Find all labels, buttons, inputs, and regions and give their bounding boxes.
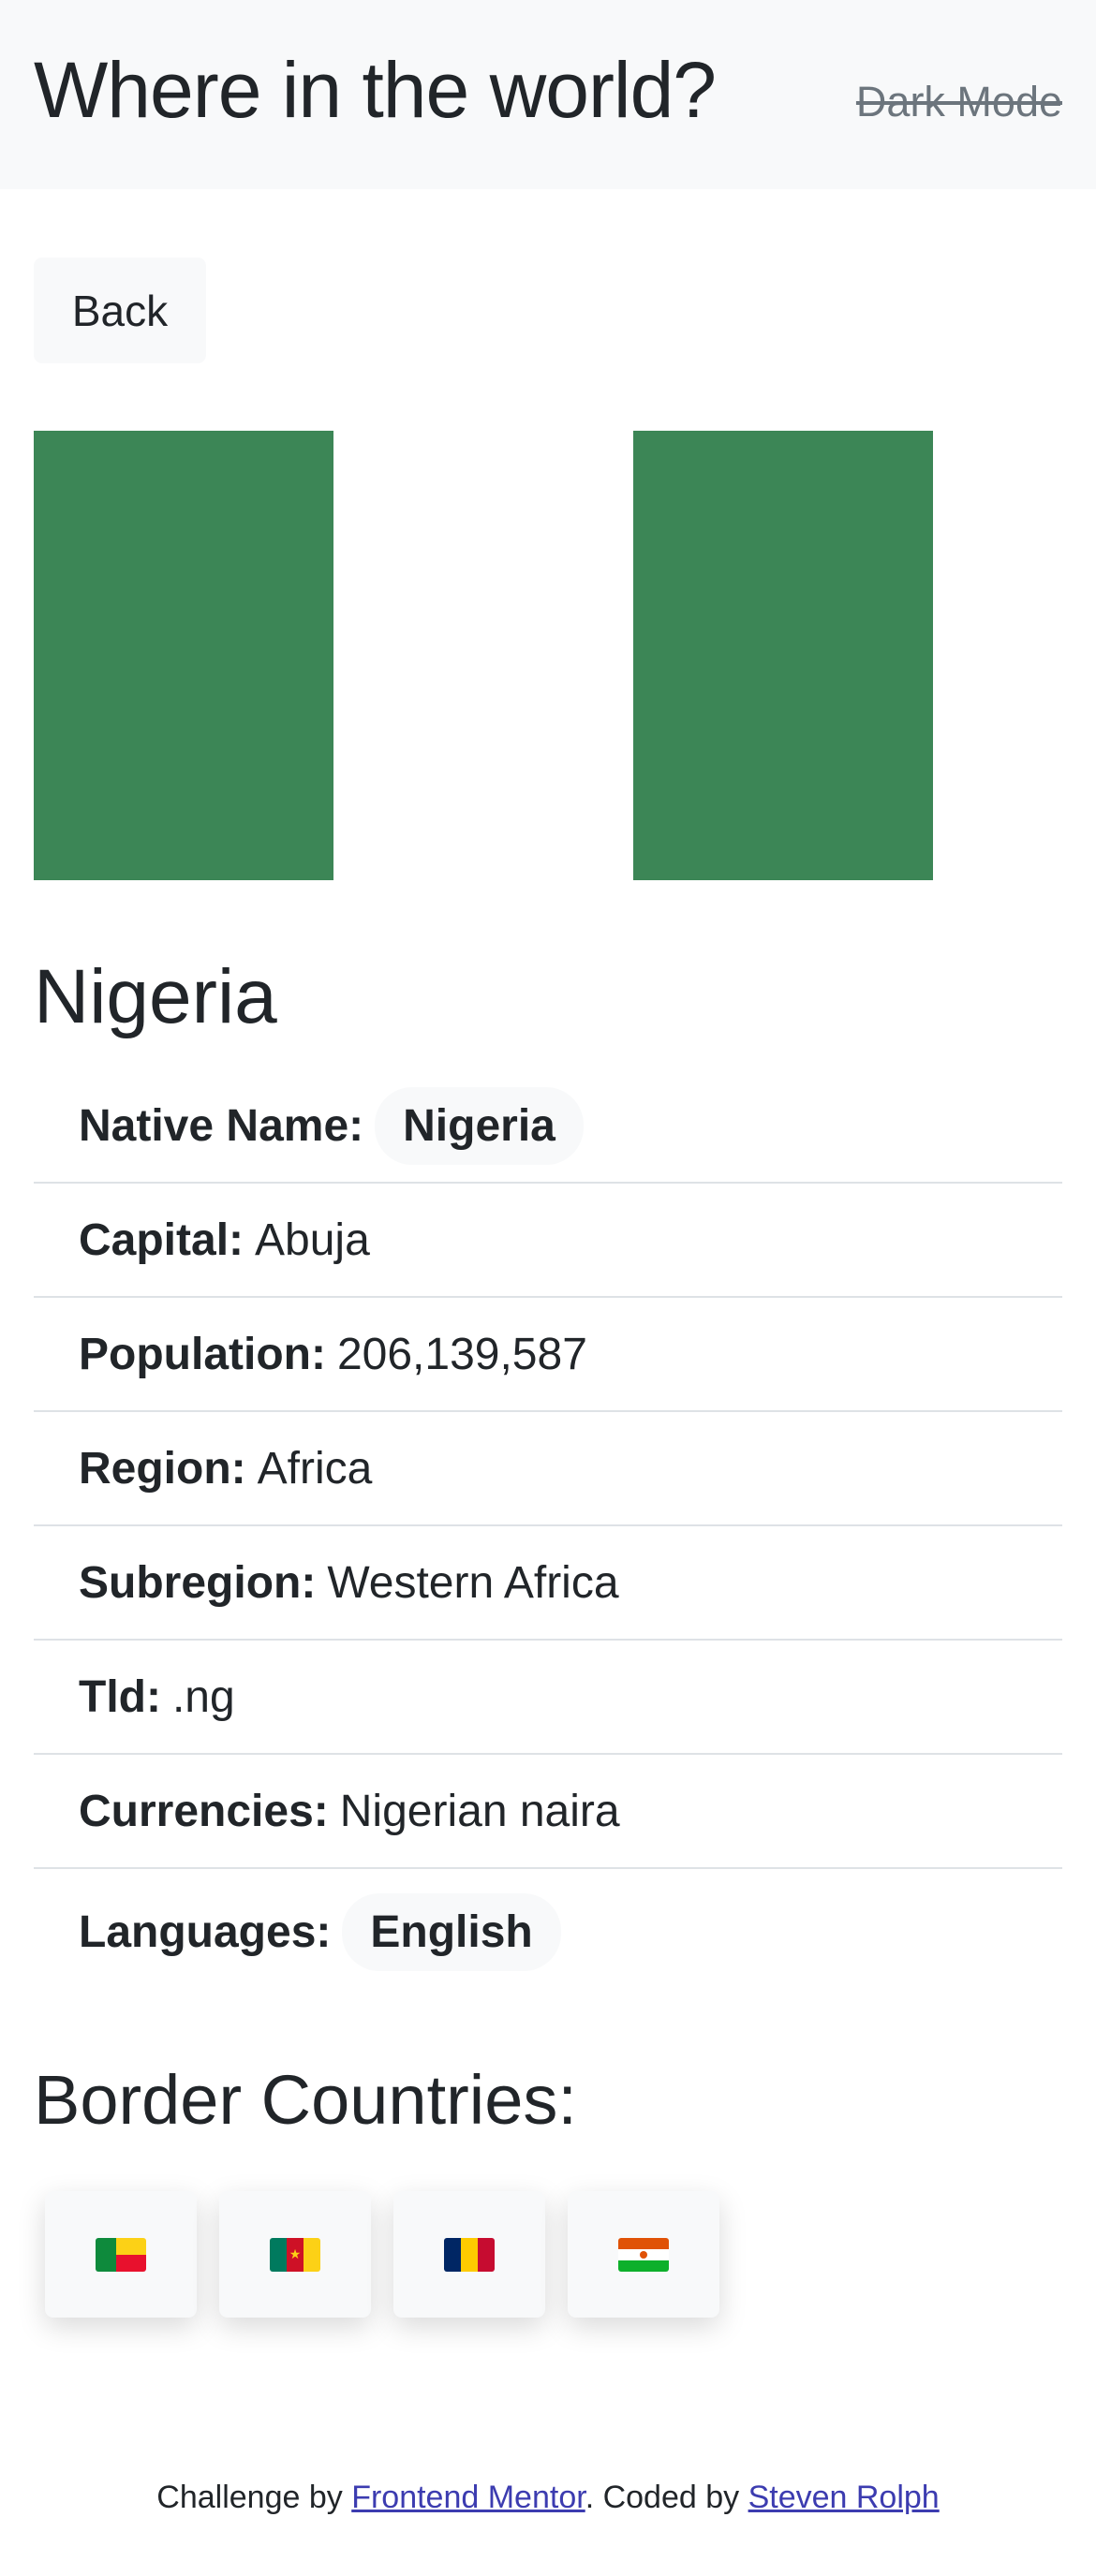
detail-label: Region: [79,1443,246,1494]
detail-value: Africa [257,1443,373,1494]
app-header: Where in the world? Dark Mode [0,0,1096,189]
cameroon-flag-icon: ★ [270,2237,320,2272]
border-country-button-cameroon[interactable]: ★ [219,2191,371,2318]
detail-value: Nigerian naira [339,1786,620,1836]
border-country-button-chad[interactable] [393,2191,545,2318]
border-country-button-benin[interactable] [45,2191,197,2318]
detail-label: Capital: [79,1214,244,1265]
native-name-badge: Nigeria [375,1086,584,1165]
back-button[interactable]: Back [34,258,206,363]
chad-flag-icon [444,2237,495,2272]
detail-label: Languages: [79,1906,332,1957]
language-badge: English [342,1892,561,1971]
country-details-list: Native Name: Nigeria Capital: Abuja Popu… [34,1069,1062,1995]
border-countries-title: Border Countries: [34,2061,577,2139]
detail-value: .ng [171,1671,235,1722]
detail-value: Western Africa [327,1557,619,1608]
author-link[interactable]: Steven Rolph [748,2480,940,2515]
detail-native-name: Native Name: Nigeria [34,1069,1062,1184]
benin-flag-icon [96,2237,146,2272]
footer-middle: . Coded by [585,2480,748,2515]
detail-label: Currencies: [79,1786,329,1836]
detail-label: Tld: [79,1671,161,1722]
app-title: Where in the world? [34,45,717,134]
detail-currencies: Currencies: Nigerian naira [34,1755,1062,1869]
border-country-button-niger[interactable] [568,2191,719,2318]
niger-flag-icon [618,2237,669,2272]
detail-languages: Languages: English [34,1869,1062,1995]
page-footer: Challenge by Frontend Mentor. Coded by S… [0,2480,1096,2516]
detail-population: Population: 206,139,587 [34,1298,1062,1412]
dark-mode-toggle[interactable]: Dark Mode [856,78,1062,126]
detail-label: Population: [79,1329,326,1379]
detail-value: 206,139,587 [336,1329,587,1379]
detail-tld: Tld: .ng [34,1641,1062,1755]
detail-value: Abuja [255,1214,370,1265]
detail-capital: Capital: Abuja [34,1184,1062,1298]
detail-label: Native Name: [79,1100,364,1151]
border-countries-list: ★ [45,2191,719,2318]
detail-region: Region: Africa [34,1412,1062,1526]
country-flag-image [34,431,633,880]
detail-label: Subregion: [79,1557,317,1608]
footer-prefix: Challenge by [156,2480,352,2515]
country-name: Nigeria [34,954,277,1039]
country-flag-image-right [633,431,933,880]
frontend-mentor-link[interactable]: Frontend Mentor [351,2480,585,2515]
detail-subregion: Subregion: Western Africa [34,1526,1062,1641]
